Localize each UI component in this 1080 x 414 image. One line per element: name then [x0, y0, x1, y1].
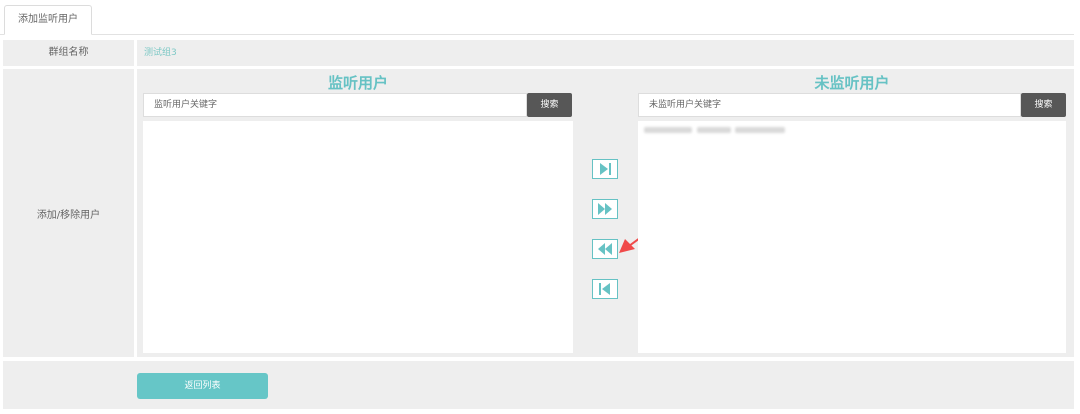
- group-name-value: 测试组3: [144, 48, 177, 58]
- tab-add-monitored-user[interactable]: 添加监听用户: [4, 5, 92, 35]
- monitored-users-list[interactable]: [143, 121, 573, 353]
- monitored-search-button[interactable]: 搜索: [527, 93, 572, 117]
- move-all-left-button[interactable]: [592, 239, 618, 259]
- unmonitored-users-title: 未监听用户: [814, 74, 890, 92]
- add-remove-users-label: 添加/移除用户: [36, 209, 101, 221]
- move-all-left-icon: [598, 243, 612, 255]
- unmonitored-search-input[interactable]: [638, 93, 1021, 117]
- move-all-right-button[interactable]: [592, 199, 618, 219]
- list-item[interactable]: [644, 125, 785, 134]
- monitored-users-title: 监听用户: [327, 74, 388, 92]
- back-to-list-button[interactable]: 返回列表: [137, 373, 268, 399]
- move-selected-right-icon: [600, 163, 611, 175]
- move-all-right-icon: [598, 203, 612, 215]
- monitored-search-input[interactable]: [143, 93, 527, 117]
- move-selected-right-button[interactable]: [592, 159, 618, 179]
- unmonitored-users-list[interactable]: [638, 121, 1066, 353]
- unmonitored-search-button[interactable]: 搜索: [1021, 93, 1066, 117]
- group-name-label: 群组名称: [3, 40, 134, 66]
- group-name-cell: 测试组3: [137, 40, 1074, 66]
- move-selected-left-button[interactable]: [592, 279, 618, 299]
- users-row-label: 添加/移除用户: [3, 69, 134, 357]
- move-selected-left-icon: [599, 283, 610, 295]
- tab-bar: 添加监听用户: [0, 0, 1074, 35]
